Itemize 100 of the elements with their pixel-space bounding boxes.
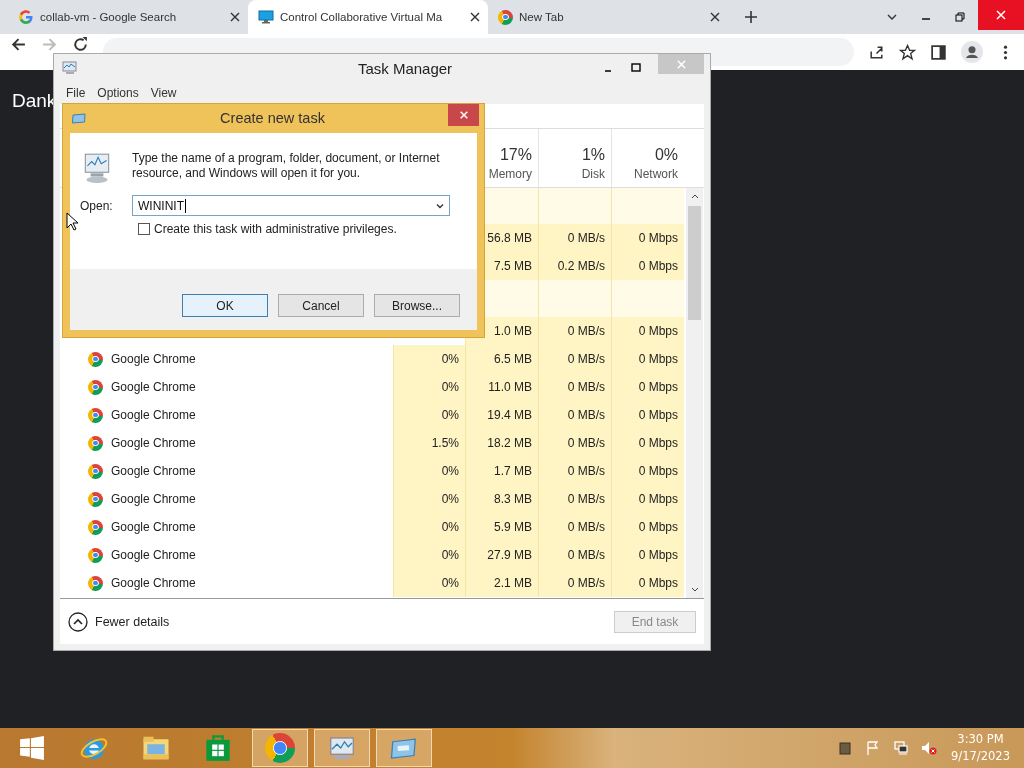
open-combo-box[interactable]: WININIT: [132, 195, 450, 216]
table-cell: 0%: [393, 485, 465, 513]
table-cell: 0 MB/s: [538, 541, 611, 569]
chrome-icon: [88, 435, 103, 451]
close-icon: [458, 110, 469, 120]
browser-tab[interactable]: Control Collaborative Virtual Ma: [248, 0, 488, 34]
browser-tab[interactable]: New Tab: [488, 0, 728, 34]
network-icon[interactable]: [893, 740, 910, 756]
table-cell: 0.2 MB/s: [538, 252, 611, 280]
process-name[interactable]: Google Chrome: [111, 352, 196, 366]
dialog-button[interactable]: Cancel: [278, 294, 364, 317]
table-cell: 2.1 MB: [465, 569, 538, 597]
table-cell: 0 Mbps: [611, 224, 684, 252]
table-cell: 0%: [393, 569, 465, 597]
table-cell: 0 Mbps: [611, 345, 684, 373]
monitor-icon: [258, 9, 274, 25]
table-cell: 0%: [393, 541, 465, 569]
clock-date: 9/17/2023: [951, 748, 1010, 765]
table-cell: 0%: [393, 401, 465, 429]
new-tab-icon[interactable]: [744, 10, 758, 24]
table-cell: 0 MB/s: [538, 401, 611, 429]
dialog-button[interactable]: OK: [182, 294, 268, 317]
chrome-icon: [498, 9, 513, 25]
muted-speaker-icon[interactable]: [921, 740, 938, 756]
table-cell: 0%: [393, 373, 465, 401]
process-name[interactable]: Google Chrome: [111, 408, 196, 422]
taskbar-button[interactable]: [376, 729, 432, 767]
table-cell: 19.4 MB: [465, 401, 538, 429]
scroll-thumb[interactable]: [688, 206, 701, 320]
reload-icon[interactable]: [72, 36, 89, 53]
table-cell: 0 Mbps: [611, 569, 684, 597]
back-icon[interactable]: [10, 36, 27, 53]
side-panel-icon[interactable]: [930, 43, 947, 61]
table-cell: 1.7 MB: [465, 457, 538, 485]
menu-item[interactable]: File: [66, 86, 86, 100]
google-icon: [18, 9, 34, 25]
table-cell: 0%: [393, 345, 465, 373]
process-name[interactable]: Google Chrome: [111, 520, 196, 534]
column-header[interactable]: 0% Network: [611, 129, 684, 187]
taskbar-button[interactable]: [252, 729, 308, 767]
table-cell: 0 MB/s: [538, 317, 611, 345]
table-cell: 0 Mbps: [611, 457, 684, 485]
close-icon: [995, 9, 1007, 21]
process-name[interactable]: Google Chrome: [111, 464, 196, 478]
table-cell: 8.3 MB: [465, 485, 538, 513]
star-icon[interactable]: [899, 43, 916, 61]
menu-item[interactable]: View: [150, 86, 177, 100]
table-cell: 1.5%: [393, 429, 465, 457]
checkbox-label[interactable]: Create this task with administrative privileges.: [154, 222, 397, 236]
close-button[interactable]: [448, 104, 479, 126]
maximize-icon[interactable]: [630, 62, 642, 74]
table-cell: 0 Mbps: [611, 429, 684, 457]
table-cell: 0 Mbps: [611, 485, 684, 513]
scrollbar[interactable]: [686, 188, 703, 598]
show-desktop-icon[interactable]: [837, 740, 854, 756]
windows-logo-icon: [19, 735, 45, 761]
table-cell: 0%: [393, 457, 465, 485]
table-cell: 6.5 MB: [465, 345, 538, 373]
table-cell: 18.2 MB: [465, 429, 538, 457]
dialog-button[interactable]: Browse...: [374, 294, 460, 317]
table-cell: 0%: [393, 513, 465, 541]
table-cell: 0 MB/s: [538, 373, 611, 401]
menu-item[interactable]: Options: [97, 86, 139, 100]
table-cell: 0 MB/s: [538, 569, 611, 597]
restore-icon[interactable]: [954, 11, 966, 23]
table-cell: 0 MB/s: [538, 513, 611, 541]
clock-time: 3:30 PM: [957, 731, 1004, 748]
close-icon[interactable]: [470, 12, 480, 22]
chrome-icon: [88, 575, 103, 591]
chrome-icon: [88, 351, 103, 367]
table-cell: 0 Mbps: [611, 252, 684, 280]
table-cell: 0 MB/s: [538, 485, 611, 513]
process-name[interactable]: Google Chrome: [111, 436, 196, 450]
process-name[interactable]: Google Chrome: [111, 492, 196, 506]
checkbox[interactable]: [138, 223, 150, 235]
collapse-icon[interactable]: [68, 611, 88, 632]
table-cell: 0 MB/s: [538, 224, 611, 252]
close-icon[interactable]: [230, 12, 240, 22]
open-label: Open:: [80, 198, 114, 213]
taskbar-button[interactable]: [314, 729, 370, 767]
table-cell: 27.9 MB: [465, 541, 538, 569]
fewer-details-link[interactable]: Fewer details: [95, 614, 170, 629]
chrome-icon: [88, 463, 103, 479]
process-name[interactable]: Google Chrome: [111, 380, 196, 394]
chrome-icon: [88, 547, 103, 563]
shopping-bag-icon: [204, 734, 232, 762]
table-cell: 0 Mbps: [611, 541, 684, 569]
dialog-title: Create new task: [219, 109, 326, 126]
profile-icon[interactable]: [961, 41, 983, 63]
process-name[interactable]: Google Chrome: [111, 548, 196, 562]
share-icon[interactable]: [868, 43, 885, 61]
table-cell: 5.9 MB: [465, 513, 538, 541]
table-cell: 11.0 MB: [465, 373, 538, 401]
table-cell: 0 Mbps: [611, 513, 684, 541]
close-icon[interactable]: [710, 12, 720, 22]
column-header[interactable]: 1% Disk: [538, 129, 611, 187]
chrome-icon: [88, 379, 103, 395]
monitor-chart-icon: [62, 60, 78, 76]
browser-tab[interactable]: collab-vm - Google Search: [8, 0, 248, 34]
process-name[interactable]: Google Chrome: [111, 576, 196, 590]
